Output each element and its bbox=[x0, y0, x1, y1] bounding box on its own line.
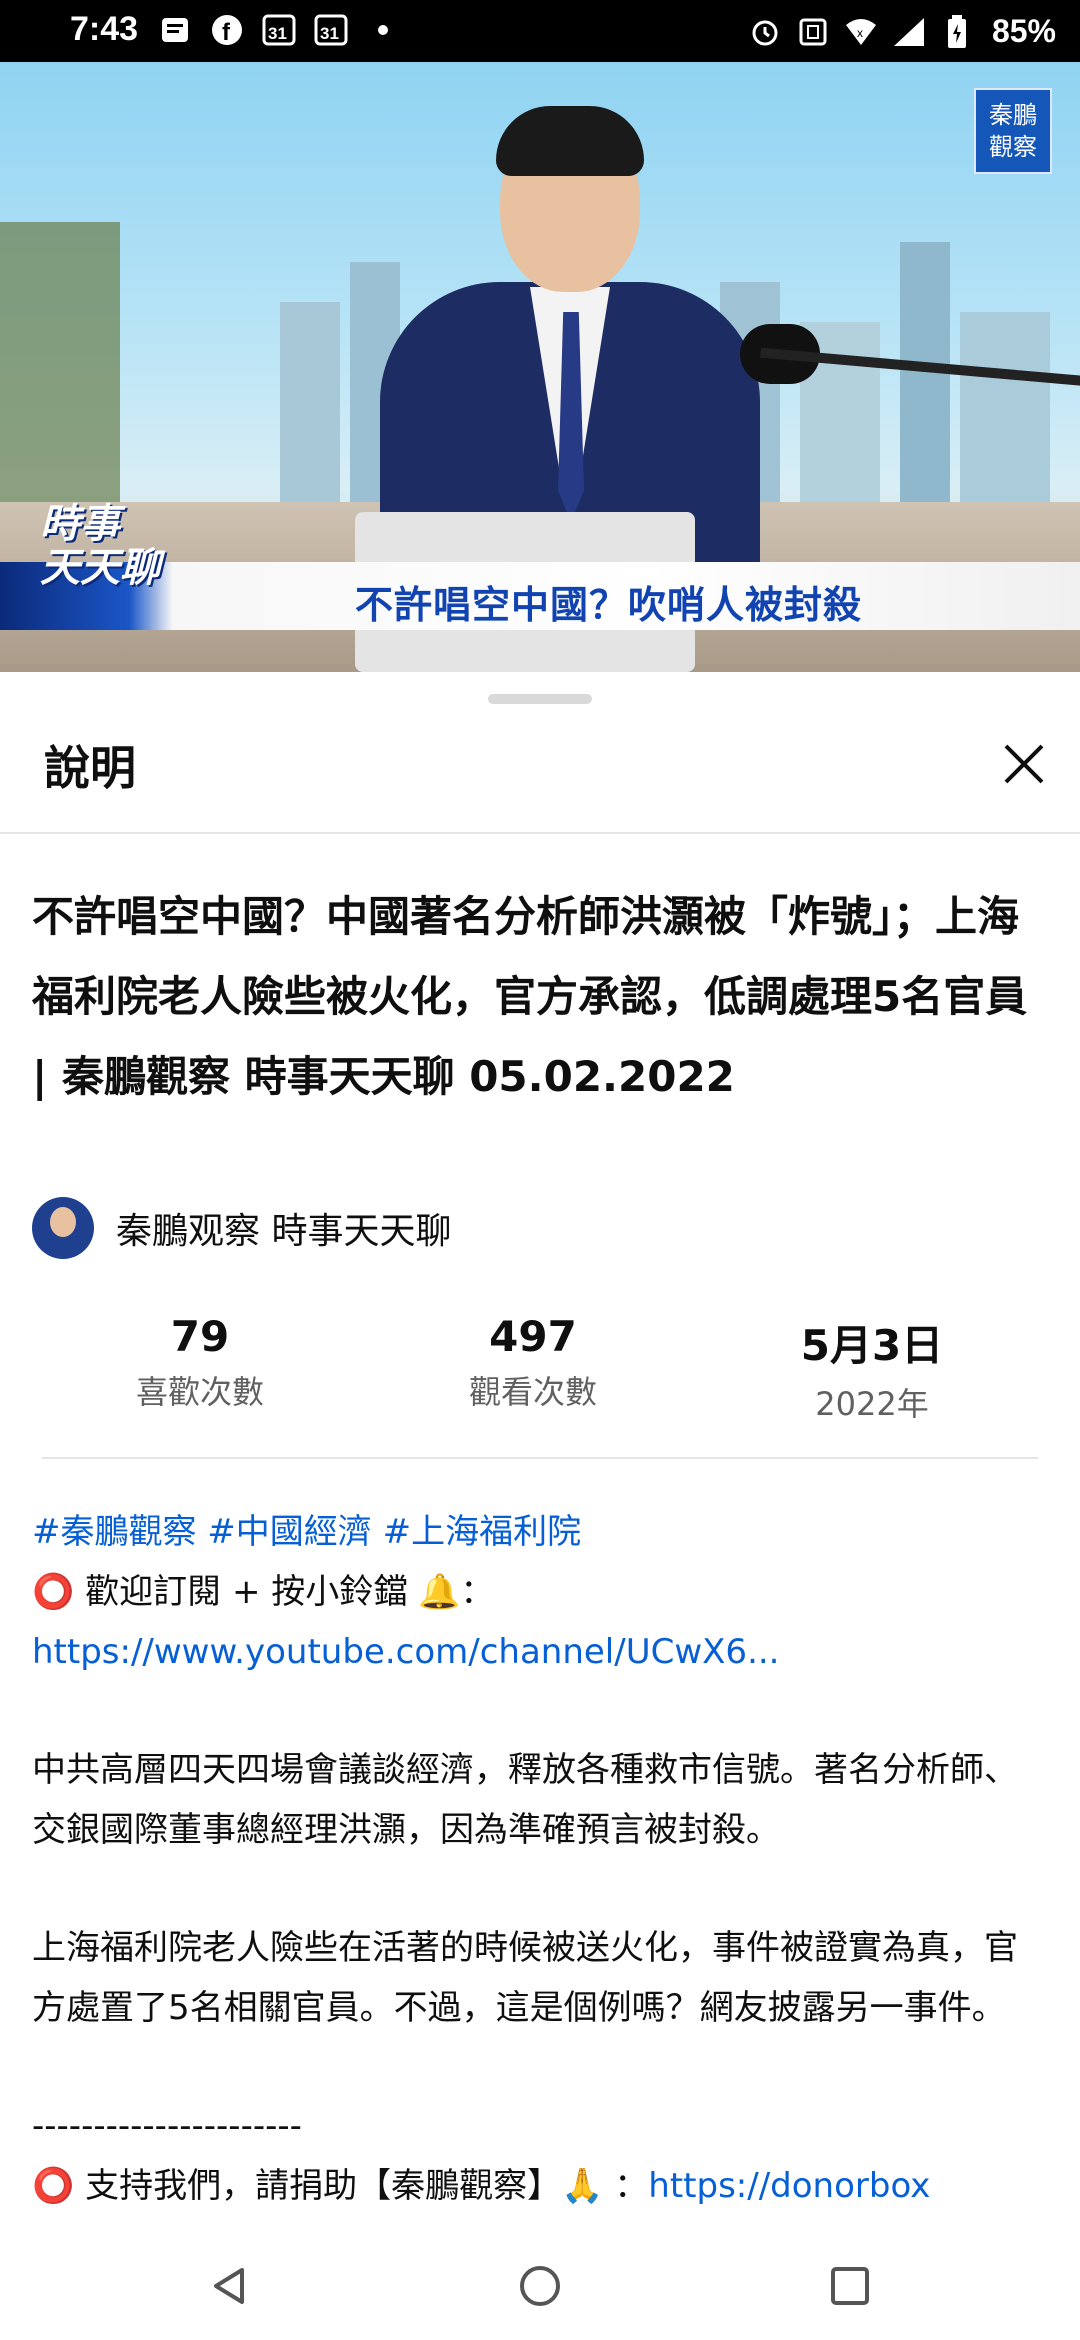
back-icon[interactable] bbox=[200, 2256, 260, 2316]
show-name-line2: 天天聊 bbox=[40, 545, 160, 591]
calendar-31-icon: 31 bbox=[262, 13, 296, 47]
battery-percent: 85% bbox=[991, 13, 1056, 49]
alarm-icon bbox=[748, 15, 782, 49]
channel-name[interactable]: 秦鵬观察 時事天天聊 bbox=[116, 1202, 451, 1254]
signal-icon bbox=[892, 15, 926, 49]
svg-text:31: 31 bbox=[268, 24, 287, 43]
description-sheet: 說明 不許唱空中國？中國著名分析師洪灝被「炸號」；上海福利院老人險些被火化，官方… bbox=[0, 672, 1080, 2232]
support-link[interactable]: https://donorbox bbox=[648, 2166, 930, 2206]
upload-year: 2022年 bbox=[815, 1385, 929, 1423]
views-label: 觀看次數 bbox=[468, 1373, 597, 1411]
likes-label: 喜歡次數 bbox=[135, 1373, 264, 1411]
views-stat: 497 觀看次數 bbox=[393, 1312, 673, 1413]
channel-logo: 秦鵬觀察 bbox=[974, 88, 1052, 174]
channel-row[interactable]: 秦鵬观察 時事天天聊 bbox=[32, 1197, 451, 1259]
calendar-31-icon: 31 bbox=[314, 13, 348, 47]
svg-text:31: 31 bbox=[320, 24, 339, 43]
svg-text:f: f bbox=[222, 19, 231, 46]
header-divider bbox=[0, 832, 1080, 834]
home-icon[interactable] bbox=[510, 2256, 570, 2316]
show-name-line1: 時事 bbox=[40, 501, 120, 547]
svg-text:x: x bbox=[857, 26, 863, 40]
views-count: 497 bbox=[489, 1312, 577, 1361]
subscribe-text: 歡迎訂閱 + 按小鈴鐺 🔔： bbox=[74, 1572, 495, 1612]
stats-divider bbox=[42, 1457, 1038, 1459]
video-headline: 不許唱空中國？吹哨人被封殺 bbox=[355, 583, 863, 627]
message-icon bbox=[158, 13, 192, 47]
likes-count: 79 bbox=[170, 1312, 230, 1361]
subscribe-link[interactable]: https://www.youtube.com/channel/UCwX6... bbox=[32, 1632, 780, 1672]
system-nav-bar bbox=[0, 2232, 1080, 2340]
circle-symbol: ⭕ bbox=[32, 1572, 75, 1612]
avatar[interactable] bbox=[32, 1197, 94, 1259]
description-body: #秦鵬觀察 #中國經濟 #上海福利院 ⭕ 歡迎訂閱 + 按小鈴鐺 🔔： https… bbox=[32, 1502, 1042, 2216]
presenter-hair bbox=[496, 106, 644, 176]
show-name: 時事 天天聊 bbox=[40, 502, 160, 590]
status-bar: 7:43 f 31 31 x 85% bbox=[0, 0, 1080, 62]
hashtags-link[interactable]: #秦鵬觀察 #中國經濟 #上海福利院 bbox=[32, 1502, 1042, 1562]
likes-stat: 79 喜歡次數 bbox=[60, 1312, 340, 1413]
sheet-title: 說明 bbox=[44, 741, 136, 795]
nfc-icon bbox=[796, 15, 830, 49]
video-title: 不許唱空中國？中國著名分析師洪灝被「炸號」；上海福利院老人險些被火化，官方承認，… bbox=[32, 892, 1028, 1101]
subscribe-line: ⭕ 歡迎訂閱 + 按小鈴鐺 🔔： https://www.youtube.com/… bbox=[32, 1562, 1042, 1682]
support-text: 支持我們，請捐助【秦鵬觀察】🙏 ： bbox=[74, 2166, 649, 2206]
description-paragraph-1: 中共高層四天四場會議談經濟，釋放各種救市信號。著名分析師、交銀國際董事總經理洪灝… bbox=[32, 1750, 1018, 1850]
recents-icon[interactable] bbox=[820, 2256, 880, 2316]
video-stats: 79 喜歡次數 497 觀看次數 5月3日 2022年 bbox=[0, 1312, 1080, 1425]
battery-icon bbox=[940, 14, 974, 49]
support-line: ⭕ 支持我們，請捐助【秦鵬觀察】🙏 ：https://donorbox bbox=[32, 2156, 1042, 2216]
drag-handle[interactable] bbox=[488, 694, 592, 704]
upload-date: 5月3日 bbox=[800, 1321, 944, 1370]
facebook-icon: f bbox=[210, 13, 244, 47]
status-time: 7:43 bbox=[70, 10, 139, 48]
video-player[interactable]: 秦鵬觀察 時事 天天聊 不許唱空中國？吹哨人被封殺 bbox=[0, 62, 1080, 672]
close-icon[interactable] bbox=[994, 734, 1054, 794]
date-stat: 5月3日 2022年 bbox=[732, 1312, 1012, 1425]
wifi-icon: x bbox=[844, 15, 878, 49]
dot-icon bbox=[366, 13, 400, 47]
circle-symbol-2: ⭕ bbox=[32, 2166, 75, 2206]
description-paragraph-2: 上海福利院老人險些在活著的時候被送火化，事件被證實為真，官方處置了5名相關官員。… bbox=[32, 1928, 1018, 2028]
description-divider: ---------------------- bbox=[32, 2106, 302, 2146]
